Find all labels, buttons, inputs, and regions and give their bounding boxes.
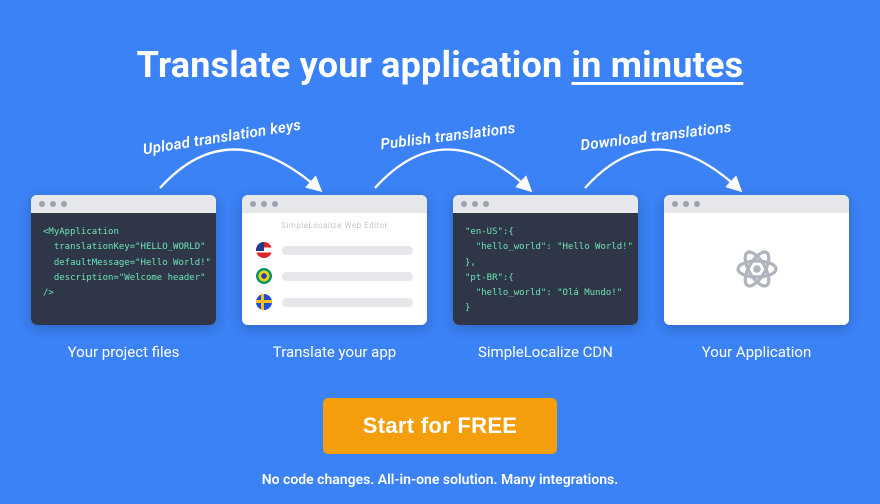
translation-bar xyxy=(282,272,413,281)
headline-underlined: in minutes xyxy=(572,44,744,86)
translation-bar xyxy=(282,298,413,307)
lang-row-us xyxy=(256,242,413,258)
card-cdn: "en-US":{ "hello_world": "Hello World!" … xyxy=(453,195,638,361)
lang-row-se xyxy=(256,294,413,310)
arrow-label-publish: Publish translations xyxy=(379,119,516,153)
lang-row-br xyxy=(256,268,413,284)
caption-editor: Translate your app xyxy=(273,343,396,361)
card-project-files: <MyApplication translationKey="HELLO_WOR… xyxy=(31,195,216,361)
headline-prefix: Translate your application xyxy=(137,44,572,86)
arrow-label-upload: Upload translation keys xyxy=(142,116,303,159)
subline: No code changes. All-in-one solution. Ma… xyxy=(0,472,880,488)
flag-us-icon xyxy=(256,242,272,258)
editor-title: SimpleLocalize Web Editor xyxy=(256,221,413,230)
window-titlebar xyxy=(453,195,638,213)
start-free-button[interactable]: Start for FREE xyxy=(323,398,558,454)
caption-cdn: SimpleLocalize CDN xyxy=(478,343,613,361)
project-code: <MyApplication translationKey="HELLO_WOR… xyxy=(31,213,216,325)
window-titlebar xyxy=(242,195,427,213)
arrow-label-download: Download translations xyxy=(579,118,732,154)
atom-icon xyxy=(733,245,781,293)
flag-se-icon xyxy=(256,294,272,310)
caption-app: Your Application xyxy=(702,343,812,361)
card-web-editor: SimpleLocalize Web Editor Translate your… xyxy=(242,195,427,361)
card-your-app: Your Application xyxy=(664,195,849,361)
window-titlebar xyxy=(664,195,849,213)
cards-row: <MyApplication translationKey="HELLO_WOR… xyxy=(0,195,880,361)
headline: Translate your application in minutes xyxy=(0,0,880,86)
window-titlebar xyxy=(31,195,216,213)
translation-bar xyxy=(282,246,413,255)
flag-br-icon xyxy=(256,268,272,284)
caption-project: Your project files xyxy=(68,343,180,361)
cdn-code: "en-US":{ "hello_world": "Hello World!" … xyxy=(453,213,638,325)
